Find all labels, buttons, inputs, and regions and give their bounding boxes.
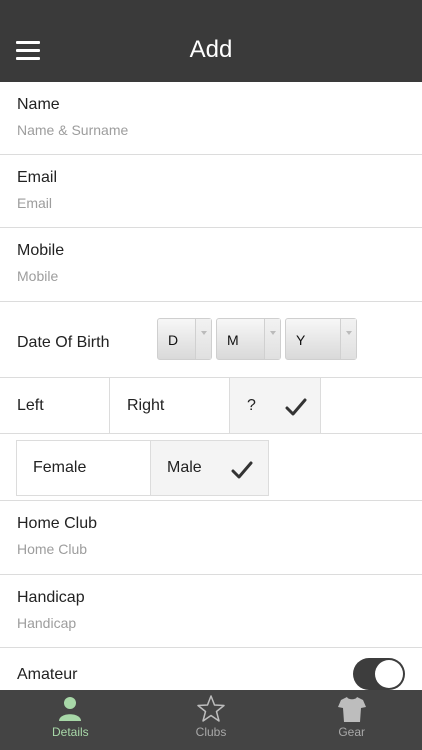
toggle-knob	[375, 660, 403, 688]
gender-female-option[interactable]: Female	[16, 440, 151, 496]
chevron-down-icon	[264, 319, 280, 359]
dob-label: Date Of Birth	[17, 334, 110, 351]
handicap-label: Handicap	[17, 589, 85, 606]
name-input[interactable]	[17, 122, 397, 138]
dob-day-value: D	[168, 332, 179, 348]
gender-male-label: Male	[167, 459, 202, 476]
dob-year-value: Y	[296, 332, 306, 348]
chevron-down-icon	[340, 319, 356, 359]
dob-month-value: M	[227, 332, 239, 348]
handedness-left-label: Left	[17, 396, 44, 414]
gender-female-label: Female	[33, 459, 87, 476]
checkmark-icon	[231, 461, 253, 479]
tab-gear[interactable]: Gear	[281, 690, 422, 750]
navigation-bar: Add	[0, 0, 422, 82]
email-input[interactable]	[17, 195, 397, 211]
name-label: Name	[17, 96, 60, 113]
mobile-row: Mobile	[0, 228, 422, 302]
tab-bar: Details Clubs Gear	[0, 690, 422, 750]
handicap-row: Handicap	[0, 575, 422, 648]
dob-month-select[interactable]: M	[216, 318, 281, 360]
handedness-unknown-label: ?	[247, 396, 256, 414]
handedness-unknown-option[interactable]: ?	[230, 378, 321, 433]
handicap-input[interactable]	[17, 615, 397, 631]
name-row: Name	[0, 82, 422, 155]
amateur-label: Amateur	[17, 666, 78, 683]
chevron-down-icon	[195, 319, 211, 359]
home-club-label: Home Club	[17, 515, 98, 532]
tab-gear-label: Gear	[338, 725, 366, 739]
mobile-input[interactable]	[17, 268, 397, 284]
dob-year-select[interactable]: Y	[285, 318, 357, 360]
page-title: Add	[189, 36, 233, 63]
tab-details-label: Details	[51, 725, 89, 739]
gender-male-option[interactable]: Male	[151, 440, 269, 496]
home-club-row: Home Club	[0, 501, 422, 575]
handedness-right-label: Right	[127, 396, 165, 414]
email-row: Email	[0, 155, 422, 228]
email-label: Email	[17, 169, 58, 186]
amateur-toggle[interactable]	[353, 658, 405, 690]
tab-clubs[interactable]: Clubs	[141, 690, 282, 750]
tab-clubs-label: Clubs	[195, 725, 227, 739]
tab-details[interactable]: Details	[0, 690, 141, 750]
handedness-left-option[interactable]: Left	[0, 378, 110, 433]
dob-day-select[interactable]: D	[157, 318, 212, 360]
star-icon	[197, 695, 225, 722]
handedness-right-option[interactable]: Right	[110, 378, 230, 433]
checkmark-icon	[285, 398, 307, 416]
home-club-input[interactable]	[17, 541, 397, 557]
mobile-label: Mobile	[17, 242, 65, 259]
shirt-icon	[337, 697, 366, 722]
person-icon	[59, 697, 82, 721]
